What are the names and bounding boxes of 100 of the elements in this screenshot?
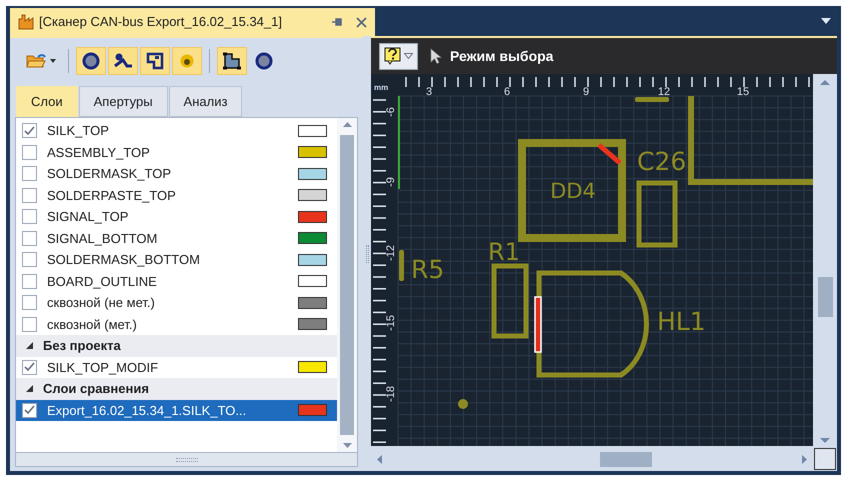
checkbox[interactable] [22, 252, 37, 268]
color-swatch[interactable] [298, 254, 327, 266]
factory-icon [18, 14, 34, 30]
layer-row[interactable]: SIGNAL_BOTTOM [16, 228, 337, 249]
layer-name: SOLDERMASK_TOP [47, 165, 172, 183]
layer-name: сквозной (не мет.) [47, 294, 156, 312]
color-swatch[interactable] [298, 146, 327, 158]
layer-row[interactable]: BOARD_OUTLINE [16, 270, 337, 292]
color-swatch[interactable] [298, 318, 327, 330]
checkbox[interactable] [22, 166, 37, 182]
scroll-right-icon[interactable] [802, 454, 807, 464]
component-outline [399, 250, 404, 281]
panel-tab[interactable]: Анализ [168, 86, 242, 117]
scrollbar-thumb[interactable] [340, 135, 354, 435]
via-dot [458, 399, 468, 409]
close-icon[interactable] [356, 16, 367, 28]
checkbox[interactable] [22, 123, 37, 138]
pin-icon[interactable] [331, 17, 343, 27]
layer-row[interactable]: SILK_TOP_MODIF [16, 356, 337, 378]
layer-name: сквозной (мет.) [47, 316, 138, 334]
scroll-down-icon[interactable] [342, 443, 352, 448]
document-title: [Сканер CAN-bus Export_16.02_15.34_1] [39, 13, 283, 32]
layer-row[interactable]: SOLDERMASK_TOP [16, 163, 337, 184]
checkbox[interactable] [22, 360, 37, 375]
color-swatch[interactable] [298, 189, 327, 202]
panel-tab[interactable]: Слои [16, 86, 78, 117]
color-swatch[interactable] [298, 124, 327, 137]
component-label: C26 [637, 147, 686, 176]
toolbar-button[interactable] [108, 47, 138, 75]
outline-shape-icon [146, 52, 164, 70]
layer-name: Export_16.02_15.34_1.SILK_TO... [47, 402, 248, 420]
ring-icon [255, 52, 273, 70]
mode-label: Режим выбора [450, 46, 554, 66]
panel-tab[interactable]: Апертуры [78, 86, 168, 117]
toolbar-button[interactable] [172, 47, 202, 75]
ruler-label: 15 [736, 86, 750, 98]
color-swatch[interactable] [298, 232, 327, 244]
caret-icon [404, 53, 413, 59]
color-swatch[interactable] [298, 361, 327, 374]
color-swatch[interactable] [298, 404, 327, 416]
layer-row[interactable]: SOLDERMASK_BOTTOM [16, 249, 337, 270]
resize-grip[interactable] [15, 453, 358, 467]
scroll-up-icon[interactable] [820, 80, 830, 85]
help-icon [384, 47, 402, 65]
ruler-label: 6 [504, 86, 510, 98]
dot-icon [179, 53, 195, 69]
checkbox[interactable] [22, 316, 37, 332]
color-swatch[interactable] [298, 168, 327, 180]
checkbox[interactable] [22, 274, 37, 289]
component-label: R5 [411, 255, 444, 284]
layer-name: SIGNAL_BOTTOM [47, 230, 158, 248]
scrollbar-thumb[interactable] [818, 277, 832, 317]
scroll-down-icon[interactable] [820, 438, 830, 443]
vertical-scrollbar[interactable] [337, 118, 357, 452]
ruler-label: -18 [385, 386, 397, 402]
ruler-label: -15 [385, 315, 397, 331]
group-header[interactable]: Без проекта [16, 335, 337, 356]
toolbar-button[interactable] [76, 47, 106, 75]
document-tab[interactable]: [Сканер CAN-bus Export_16.02_15.34_1] [10, 8, 375, 36]
ruler-unit: mm [374, 83, 388, 92]
checkbox[interactable] [22, 209, 37, 224]
ruler-label: -6 [385, 107, 397, 117]
checkbox[interactable] [22, 295, 37, 310]
color-swatch[interactable] [298, 210, 327, 223]
layer-row[interactable]: сквозной (мет.) [16, 314, 337, 335]
ruler-label: -12 [385, 245, 397, 261]
layer-row[interactable]: ASSEMBLY_TOP [16, 142, 337, 163]
ruler-label: 12 [658, 86, 670, 98]
layer-row[interactable]: сквозной (не мет.) [16, 292, 337, 314]
toolbar-button[interactable] [140, 47, 170, 75]
checkbox[interactable] [22, 188, 37, 203]
selected-segment[interactable] [534, 296, 542, 353]
pcb-canvas[interactable]: mm 3 6 9 12 15 -6 -9 -12 -15 -18 DD4 C26 R5 R1 HL1 [371, 74, 813, 446]
toolbar-button[interactable] [217, 47, 247, 75]
layer-name: BOARD_OUTLINE [47, 272, 158, 291]
checkbox[interactable] [22, 230, 37, 246]
dropdown-caret-icon[interactable] [821, 18, 831, 24]
pin-marker [597, 143, 622, 165]
layer-row[interactable]: SIGNAL_TOP [16, 206, 337, 228]
layer-row[interactable]: Export_16.02_15.34_1.SILK_TO... [16, 400, 337, 421]
color-swatch[interactable] [298, 275, 327, 288]
layer-row[interactable]: SOLDERPASTE_TOP [16, 184, 337, 206]
checkbox[interactable] [22, 144, 37, 160]
scroll-left-icon[interactable] [377, 454, 382, 464]
component-label: DD4 [550, 179, 596, 203]
ring-icon [82, 52, 100, 70]
color-swatch[interactable] [298, 296, 327, 309]
checkbox[interactable] [22, 402, 37, 418]
check-icon [24, 126, 35, 136]
ruler-label: -9 [385, 177, 397, 187]
layer-row[interactable]: SILK_TOP [16, 120, 337, 142]
scroll-up-icon[interactable] [342, 122, 352, 127]
help-dropdown-button[interactable] [379, 42, 418, 70]
group-header[interactable]: Слои сравнения [16, 378, 337, 400]
pointer-icon [430, 48, 442, 64]
splitter-grip-icon[interactable] [366, 244, 368, 262]
folder-icon [26, 53, 48, 69]
layer-name: SOLDERPASTE_TOP [47, 186, 177, 205]
caret-icon [50, 59, 56, 63]
scrollbar-thumb[interactable] [600, 452, 652, 466]
